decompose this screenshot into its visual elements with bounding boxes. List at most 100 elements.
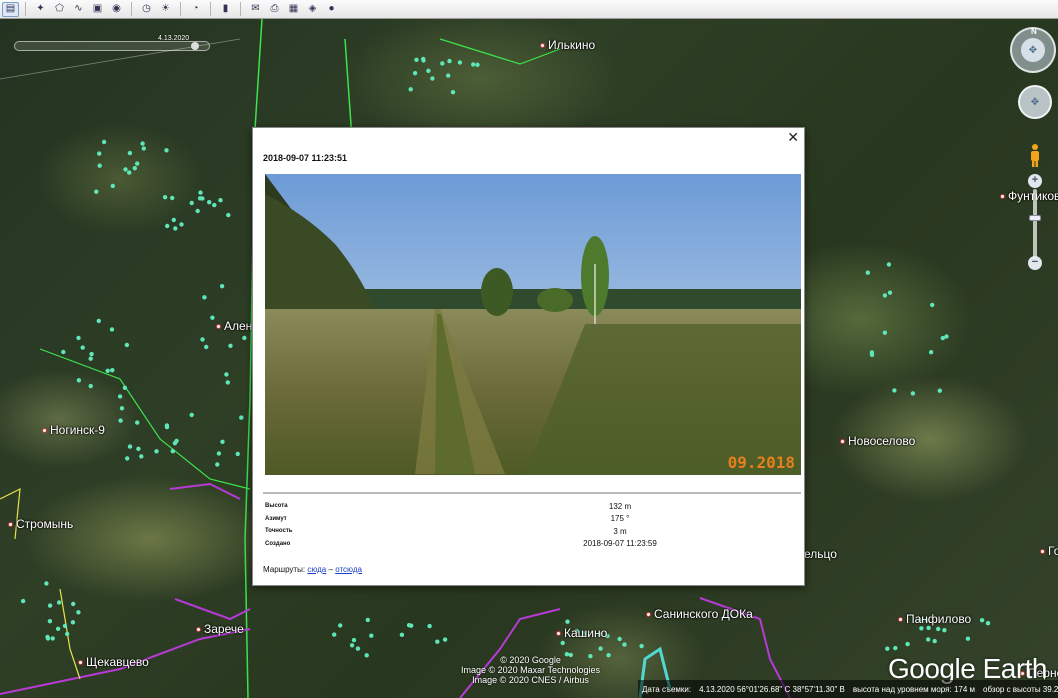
photo-point-marker[interactable] bbox=[226, 212, 231, 218]
street-view-pegman-icon[interactable] bbox=[1029, 143, 1041, 167]
route-from-link[interactable]: отсюда bbox=[335, 565, 362, 574]
photo-point-marker[interactable] bbox=[125, 456, 130, 461]
photo-point-marker[interactable] bbox=[105, 368, 110, 373]
zoom-slider-thumb[interactable] bbox=[1029, 215, 1041, 221]
photo-point-marker[interactable] bbox=[414, 57, 419, 62]
photo-point-marker[interactable] bbox=[892, 388, 897, 393]
photo-point-marker[interactable] bbox=[447, 58, 452, 64]
photo-point-marker[interactable] bbox=[926, 637, 931, 642]
photo-point-marker[interactable] bbox=[56, 600, 62, 605]
pan-arrows-icon[interactable]: ✥ bbox=[1021, 38, 1045, 62]
photo-point-marker[interactable] bbox=[450, 90, 456, 95]
photo-point-marker[interactable] bbox=[408, 87, 413, 92]
photo-point-marker[interactable] bbox=[94, 189, 99, 194]
photo-point-marker[interactable] bbox=[426, 68, 431, 73]
place-label[interactable]: Фунтикова bbox=[1000, 189, 1058, 203]
photo-point-marker[interactable] bbox=[76, 610, 81, 615]
photo-point-marker[interactable] bbox=[242, 335, 247, 341]
path-button[interactable]: ∿ bbox=[70, 2, 87, 17]
photo-point-marker[interactable] bbox=[887, 290, 893, 295]
save-image-button[interactable]: ▦ bbox=[285, 2, 302, 17]
photo-point-marker[interactable] bbox=[47, 619, 53, 624]
photo-point-marker[interactable] bbox=[109, 327, 115, 332]
photo-point-marker[interactable] bbox=[47, 603, 53, 608]
photo-point-marker[interactable] bbox=[598, 646, 603, 651]
photo-point-marker[interactable] bbox=[235, 451, 240, 457]
photo-point-marker[interactable] bbox=[905, 641, 910, 647]
photo-point-marker[interactable] bbox=[622, 642, 627, 647]
place-label[interactable]: Го bbox=[1040, 544, 1058, 558]
photo-point-marker[interactable] bbox=[617, 636, 622, 642]
photo-point-marker[interactable] bbox=[96, 318, 102, 324]
zoom-slider-track[interactable] bbox=[1033, 189, 1037, 259]
photo-point-marker[interactable] bbox=[195, 208, 200, 214]
place-label[interactable]: Кашино bbox=[556, 626, 607, 640]
place-label[interactable]: Ногинск-9 bbox=[42, 423, 105, 437]
photo-point-marker[interactable] bbox=[886, 262, 892, 267]
place-label[interactable]: Зарече bbox=[196, 622, 244, 636]
photo-point-marker[interactable] bbox=[164, 148, 169, 153]
photo-point-marker[interactable] bbox=[70, 620, 76, 625]
photo-point-marker[interactable] bbox=[173, 226, 178, 231]
photo-point-marker[interactable] bbox=[399, 632, 405, 637]
compass-control[interactable]: N ✥ bbox=[1010, 27, 1056, 73]
photo-point-marker[interactable] bbox=[471, 62, 476, 67]
photo-point-marker[interactable] bbox=[928, 350, 934, 355]
photo-point-marker[interactable] bbox=[101, 139, 107, 145]
photo-point-marker[interactable] bbox=[882, 293, 888, 298]
print-button[interactable]: ⎙ bbox=[266, 2, 283, 17]
route-to-link[interactable]: сюда bbox=[307, 565, 326, 574]
photo-point-marker[interactable] bbox=[164, 424, 170, 430]
photo-point-marker[interactable] bbox=[985, 621, 991, 626]
photo-point-marker[interactable] bbox=[198, 190, 203, 195]
photo-point-marker[interactable] bbox=[189, 200, 194, 206]
photo-point-marker[interactable] bbox=[349, 643, 355, 648]
photo-point-marker[interactable] bbox=[207, 200, 212, 205]
photo-point-marker[interactable] bbox=[123, 167, 128, 172]
photo-point-marker[interactable] bbox=[215, 462, 220, 467]
photo-point-marker[interactable] bbox=[639, 643, 644, 649]
zoom-in-button[interactable]: + bbox=[1028, 174, 1042, 188]
photo-point-marker[interactable] bbox=[965, 636, 971, 641]
photo-point-marker[interactable] bbox=[364, 653, 369, 658]
photo-point-marker[interactable] bbox=[224, 372, 229, 377]
sidebar-toggle-button[interactable]: ▤ bbox=[2, 1, 19, 17]
photo-point-marker[interactable] bbox=[45, 636, 51, 641]
photo-point-marker[interactable] bbox=[355, 646, 361, 651]
planets-button[interactable]: ◔ bbox=[187, 2, 204, 17]
photo-point-marker[interactable] bbox=[20, 598, 26, 604]
field-photo[interactable]: 09.2018 bbox=[265, 174, 801, 475]
zoom-out-button[interactable]: − bbox=[1028, 256, 1042, 270]
photo-point-marker[interactable] bbox=[212, 202, 217, 208]
photo-point-marker[interactable] bbox=[338, 623, 343, 628]
place-label[interactable]: Новоселово bbox=[840, 434, 915, 448]
photo-point-marker[interactable] bbox=[919, 626, 924, 631]
photo-point-marker[interactable] bbox=[412, 71, 418, 76]
photo-point-marker[interactable] bbox=[204, 344, 209, 350]
image-overlay-button[interactable]: ▣ bbox=[89, 2, 106, 17]
photo-point-marker[interactable] bbox=[200, 337, 205, 342]
photo-point-marker[interactable] bbox=[926, 625, 931, 631]
photo-point-marker[interactable] bbox=[560, 640, 565, 646]
photo-point-marker[interactable] bbox=[97, 151, 102, 156]
photo-point-marker[interactable] bbox=[127, 150, 133, 156]
photo-point-marker[interactable] bbox=[88, 356, 93, 361]
photo-point-marker[interactable] bbox=[239, 415, 244, 420]
photo-point-marker[interactable] bbox=[88, 383, 93, 389]
photo-point-marker[interactable] bbox=[228, 343, 233, 348]
photo-point-marker[interactable] bbox=[446, 73, 451, 78]
photo-point-marker[interactable] bbox=[606, 653, 611, 658]
photo-point-marker[interactable] bbox=[132, 166, 137, 171]
time-slider[interactable] bbox=[14, 41, 210, 51]
photo-point-marker[interactable] bbox=[80, 345, 85, 350]
photo-point-marker[interactable] bbox=[225, 380, 230, 385]
photo-point-marker[interactable] bbox=[127, 170, 132, 175]
photo-point-marker[interactable] bbox=[110, 183, 116, 189]
email-button[interactable]: ✉ bbox=[247, 2, 264, 17]
ruler-button[interactable]: ▮ bbox=[217, 2, 234, 17]
photo-point-marker[interactable] bbox=[332, 632, 337, 637]
photo-point-marker[interactable] bbox=[210, 315, 215, 320]
photo-point-marker[interactable] bbox=[141, 146, 146, 151]
photo-point-marker[interactable] bbox=[135, 420, 140, 425]
photo-point-marker[interactable] bbox=[882, 330, 888, 335]
